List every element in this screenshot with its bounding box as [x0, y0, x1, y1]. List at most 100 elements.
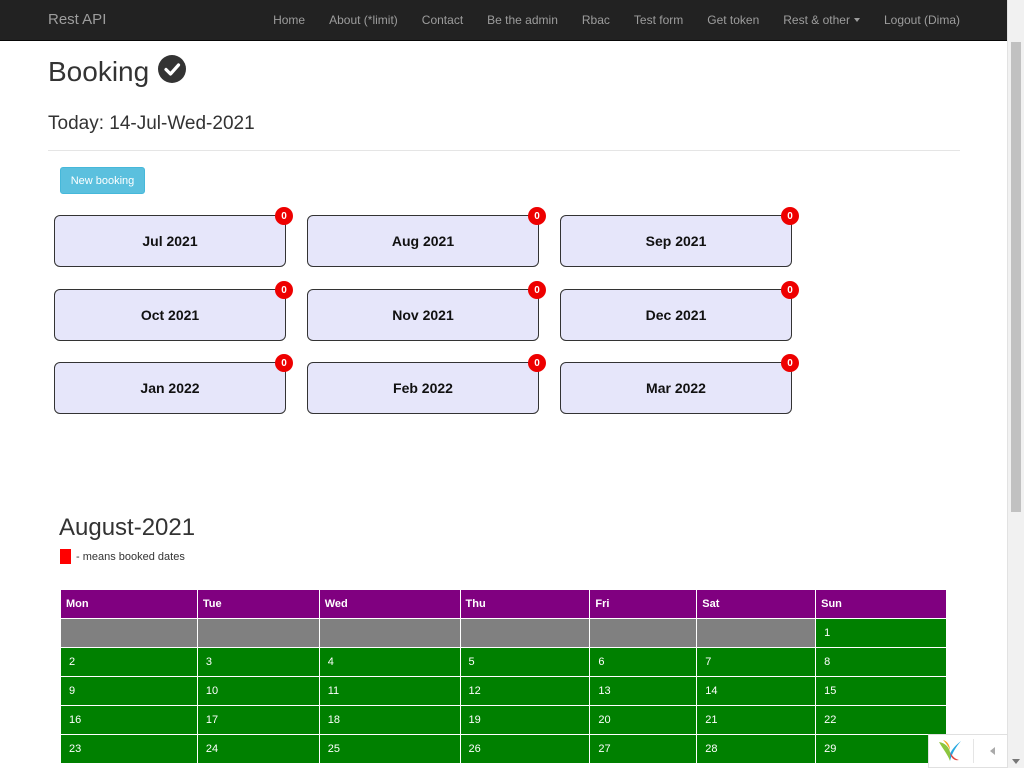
day-header: Sun — [815, 589, 947, 619]
booked-color-swatch — [60, 549, 71, 564]
nav-contact[interactable]: Contact — [422, 13, 463, 27]
month-card-feb-2022[interactable]: Feb 2022 0 — [307, 354, 546, 414]
month-card-oct-2021[interactable]: Oct 2021 0 — [54, 281, 293, 341]
month-label: Sep 2021 — [645, 233, 707, 249]
calendar-day-cell[interactable]: 15 — [815, 676, 947, 706]
legend-text: - means booked dates — [76, 550, 185, 563]
calendar-day-cell[interactable]: 13 — [589, 676, 698, 706]
month-label: Nov 2021 — [392, 307, 454, 323]
calendar-week-row: 23 24 25 26 27 28 29 — [60, 734, 947, 764]
nav-be-admin[interactable]: Be the admin — [487, 13, 558, 27]
booking-count-badge: 0 — [275, 281, 293, 299]
day-header: Sat — [696, 589, 817, 619]
new-booking-button[interactable]: New booking — [60, 167, 145, 194]
calendar-day-cell[interactable]: 4 — [318, 647, 461, 677]
month-card-nov-2021[interactable]: Nov 2021 0 — [307, 281, 546, 341]
month-card-dec-2021[interactable]: Dec 2021 0 — [560, 281, 799, 341]
booking-count-badge: 0 — [528, 281, 546, 299]
booking-count-badge: 0 — [781, 354, 799, 372]
day-header: Tue — [196, 589, 320, 619]
calendar-header-row: Mon Tue Wed Thu Fri Sat Sun — [60, 589, 947, 619]
booking-count-badge: 0 — [275, 354, 293, 372]
calendar-empty-cell — [696, 618, 817, 648]
calendar-day-cell[interactable]: 2 — [60, 647, 198, 677]
nav-get-token[interactable]: Get token — [707, 13, 759, 27]
calendar-day-cell[interactable]: 9 — [60, 676, 198, 706]
month-label: Jul 2021 — [142, 233, 198, 249]
month-card-aug-2021[interactable]: Aug 2021 0 — [307, 207, 546, 267]
calendar-day-cell[interactable]: 28 — [696, 734, 817, 764]
nav-logout[interactable]: Logout (Dima) — [884, 13, 960, 27]
booking-count-badge: 0 — [781, 207, 799, 225]
calendar-empty-cell — [60, 618, 198, 648]
day-header: Fri — [589, 589, 698, 619]
calendar-day-cell[interactable]: 17 — [196, 705, 320, 735]
calendar-day-cell[interactable]: 27 — [589, 734, 698, 764]
month-card-sep-2021[interactable]: Sep 2021 0 — [560, 207, 799, 267]
calendar-empty-cell — [196, 618, 320, 648]
yii-logo-icon[interactable] — [937, 739, 963, 763]
month-card-mar-2022[interactable]: Mar 2022 0 — [560, 354, 799, 414]
calendar-day-cell[interactable]: 18 — [318, 705, 461, 735]
month-card-jan-2022[interactable]: Jan 2022 0 — [54, 354, 293, 414]
calendar-day-cell[interactable]: 1 — [815, 618, 947, 648]
calendar-day-cell[interactable]: 22 — [815, 705, 947, 735]
calendar-day-cell[interactable]: 25 — [318, 734, 461, 764]
day-header: Thu — [459, 589, 591, 619]
calendar-empty-cell — [589, 618, 698, 648]
nav-test-form[interactable]: Test form — [634, 13, 683, 27]
nav-about[interactable]: About (*limit) — [329, 13, 398, 27]
chevron-left-icon[interactable] — [990, 747, 995, 755]
calendar-week-row: 16 17 18 19 20 21 22 — [60, 705, 947, 735]
calendar-title: August-2021 — [59, 514, 196, 541]
navbar: Rest API Home About (*limit) Contact Be … — [0, 0, 1008, 41]
month-label: Jan 2022 — [140, 380, 200, 396]
calendar-table: Mon Tue Wed Thu Fri Sat Sun 1 2 3 4 5 6 … — [60, 589, 947, 764]
calendar-week-row: 2 3 4 5 6 7 8 — [60, 647, 947, 677]
toolbar-divider — [973, 739, 974, 763]
scroll-down-arrow-icon[interactable] — [1012, 759, 1020, 764]
month-card-jul-2021[interactable]: Jul 2021 0 — [54, 207, 293, 267]
month-label: Aug 2021 — [391, 233, 455, 249]
booking-count-badge: 0 — [781, 281, 799, 299]
calendar-day-cell[interactable]: 7 — [696, 647, 817, 677]
calendar-day-cell[interactable]: 24 — [196, 734, 320, 764]
calendar-day-cell[interactable]: 8 — [815, 647, 947, 677]
day-header: Wed — [318, 589, 461, 619]
scrollbar-thumb[interactable] — [1011, 42, 1021, 512]
calendar-day-cell[interactable]: 26 — [459, 734, 591, 764]
yii-debug-toolbar[interactable] — [928, 734, 1008, 768]
page-title: Booking — [48, 55, 187, 88]
calendar-day-cell[interactable]: 11 — [318, 676, 461, 706]
calendar-day-cell[interactable]: 3 — [196, 647, 320, 677]
brand-link[interactable]: Rest API — [48, 11, 106, 28]
calendar-day-cell[interactable]: 19 — [459, 705, 591, 735]
divider — [48, 150, 960, 151]
calendar-day-cell[interactable]: 5 — [459, 647, 591, 677]
calendar-day-cell[interactable]: 16 — [60, 705, 198, 735]
month-label: Dec 2021 — [645, 307, 707, 323]
today-date: Today: 14-Jul-Wed-2021 — [48, 113, 255, 134]
month-label: Oct 2021 — [140, 307, 200, 323]
calendar-day-cell[interactable]: 23 — [60, 734, 198, 764]
nav-rbac[interactable]: Rbac — [582, 13, 610, 27]
calendar-day-cell[interactable]: 29 — [815, 734, 947, 764]
caret-down-icon — [853, 18, 860, 22]
page-scrollbar[interactable] — [1007, 0, 1024, 768]
calendar-day-cell[interactable]: 14 — [696, 676, 817, 706]
check-circle-icon — [158, 55, 187, 83]
calendar-week-row: 9 10 11 12 13 14 15 — [60, 676, 947, 706]
booking-count-badge: 0 — [528, 207, 546, 225]
calendar-day-cell[interactable]: 21 — [696, 705, 817, 735]
calendar-day-cell[interactable]: 20 — [589, 705, 698, 735]
calendar-empty-cell — [459, 618, 591, 648]
booking-count-badge: 0 — [528, 354, 546, 372]
month-label: Mar 2022 — [646, 380, 706, 396]
nav-rest-other-dropdown[interactable]: Rest & other — [783, 13, 860, 27]
calendar-week-row: 1 — [60, 618, 947, 648]
day-header: Mon — [60, 589, 198, 619]
calendar-day-cell[interactable]: 10 — [196, 676, 320, 706]
calendar-day-cell[interactable]: 12 — [459, 676, 591, 706]
calendar-day-cell[interactable]: 6 — [589, 647, 698, 677]
nav-home[interactable]: Home — [273, 13, 305, 27]
